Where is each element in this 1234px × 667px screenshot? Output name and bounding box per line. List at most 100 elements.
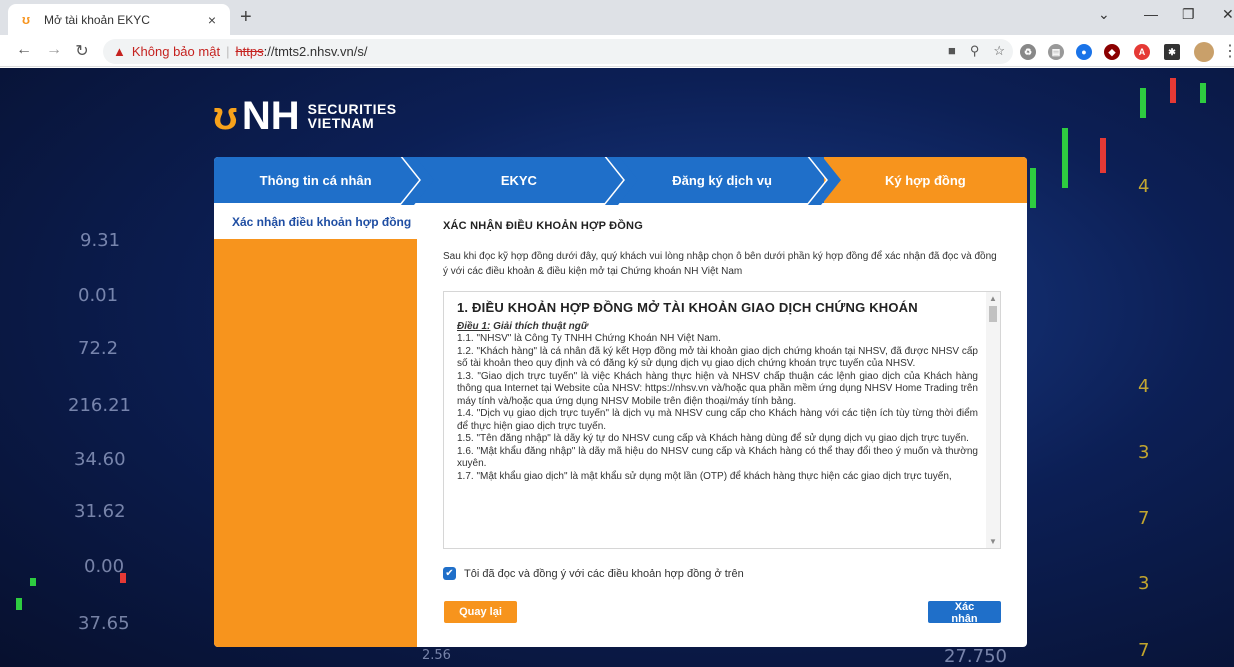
bg-number: 72.2 — [78, 338, 119, 359]
reload-icon[interactable]: ↻ — [72, 41, 92, 61]
bg-candle — [16, 598, 22, 610]
clause-item: 1.3. "Giao dịch trực tuyến" là việc Khác… — [457, 370, 978, 407]
menu-dots-icon[interactable]: ⋮ — [1220, 41, 1234, 61]
terms-scroll-box[interactable]: 1. ĐIỀU KHOẢN HỢP ĐỒNG MỞ TÀI KHOẢN GIAO… — [443, 291, 1001, 549]
scroll-up-icon[interactable]: ▲ — [989, 294, 997, 303]
step-chevron-icon — [400, 157, 435, 205]
new-tab-button[interactable]: + — [240, 6, 252, 29]
bg-candle — [120, 573, 126, 583]
intro-text: Sau khi đọc kỹ hợp đồng dưới đây, quý kh… — [443, 251, 997, 277]
step-label: EKYC — [500, 172, 537, 188]
bg-number: 31.62 — [74, 501, 126, 522]
clause-item: 1.4. "Dịch vụ giao dịch trực tuyến" là d… — [457, 408, 978, 432]
bg-number: 4 — [1138, 176, 1150, 197]
extension-shield-icon[interactable]: ◆ — [1104, 44, 1120, 60]
logo-nh-text: NH — [241, 94, 300, 138]
step-personal-info: Thông tin cá nhân — [214, 157, 435, 205]
nh-logo-mark-icon: ʊ — [213, 94, 238, 138]
article-label: Điều 1: — [457, 320, 491, 332]
bg-candle — [30, 578, 36, 586]
scroll-down-icon[interactable]: ▼ — [989, 537, 997, 546]
bg-number: 2.56 — [422, 648, 451, 663]
bg-number: 7 — [1138, 508, 1150, 529]
clause-item: 1.6. "Mật khẩu đăng nhập" là dãy mã hiệu… — [457, 445, 978, 470]
sidebar-item-confirm-terms[interactable]: Xác nhận điều khoản hợp đồng — [214, 203, 417, 239]
clause-item: 1.2. "Khách hàng" là cá nhân đã ký kết H… — [457, 345, 978, 370]
extension-recycle-icon[interactable]: ♻ — [1020, 44, 1036, 60]
tab-title: Mở tài khoản EKYC — [44, 12, 150, 27]
site-favicon-icon: ʊ — [21, 11, 31, 27]
close-window-button[interactable]: ✕ — [1222, 6, 1234, 23]
camera-icon[interactable]: ■ — [948, 43, 956, 59]
restore-button[interactable]: ❐ — [1182, 6, 1195, 23]
bg-number: 3 — [1138, 573, 1150, 594]
profile-avatar[interactable] — [1194, 42, 1214, 62]
back-button[interactable]: Quay lại — [444, 601, 517, 623]
minimize-button[interactable]: — — [1144, 6, 1158, 22]
back-arrow-icon[interactable]: ← — [14, 41, 34, 59]
bg-number: 3 — [1138, 442, 1150, 463]
warning-icon: ▲ — [113, 44, 126, 59]
step-label: Đăng ký dịch vụ — [672, 172, 772, 188]
url-scheme: https — [235, 44, 264, 59]
bg-number: 37.65 — [78, 613, 130, 634]
nh-securities-logo: ʊ NH SECURITIES VIETNAM — [213, 96, 397, 136]
step-label: Ký hợp đồng — [885, 172, 966, 188]
bg-number: 9.31 — [80, 230, 121, 251]
agree-label: Tôi đã đọc và đồng ý với các điều khoản … — [464, 567, 744, 580]
step-chevron-icon — [603, 157, 638, 205]
url-text: ://tmts2.nhsv.vn/s/ — [263, 44, 368, 59]
main-content: XÁC NHẬN ĐIỀU KHOẢN HỢP ĐỒNG Sau khi đọc… — [443, 203, 1003, 580]
terms-heading: 1. ĐIỀU KHOẢN HỢP ĐỒNG MỞ TÀI KHOẢN GIAO… — [457, 300, 918, 315]
browser-tab[interactable]: ʊ Mở tài khoản EKYC × — [8, 4, 230, 35]
logo-line1: SECURITIES — [307, 101, 397, 117]
bg-candle — [1100, 138, 1106, 173]
section-title: XÁC NHẬN ĐIỀU KHOẢN HỢP ĐỒNG — [443, 220, 643, 232]
bg-candle — [1200, 83, 1206, 103]
agree-checkbox[interactable]: ✔ — [443, 567, 456, 580]
tab-close-icon[interactable]: × — [204, 12, 220, 28]
scroll-thumb[interactable] — [989, 306, 997, 322]
sidebar: Xác nhận điều khoản hợp đồng — [214, 203, 417, 647]
bg-candle — [1170, 78, 1176, 103]
bg-candle — [1062, 128, 1068, 188]
agree-row[interactable]: ✔ Tôi đã đọc và đồng ý với các điều khoả… — [443, 567, 1003, 580]
extensions-puzzle-icon[interactable]: ✱ — [1164, 44, 1180, 60]
step-sign-contract: Ký hợp đồng — [823, 157, 1027, 203]
registration-card: Thông tin cá nhân EKYC Đăng ký dịch vụ K… — [214, 157, 1027, 647]
step-ekyc: EKYC — [417, 157, 638, 205]
zoom-icon[interactable]: ⚲ — [970, 43, 980, 59]
browser-toolbar: ← → ↻ ▲ Không bảo mật | https ://tmts2.n… — [0, 35, 1234, 67]
forward-arrow-icon[interactable]: → — [44, 41, 64, 59]
browser-tabbar: ʊ Mở tài khoản EKYC × + ⌄ — ❐ ✕ — [0, 0, 1234, 35]
progress-steps: Thông tin cá nhân EKYC Đăng ký dịch vụ K… — [214, 157, 1027, 205]
tab-search-icon[interactable]: ⌄ — [1098, 6, 1110, 23]
bg-number: 34.60 — [74, 449, 126, 470]
article-heading: Điều 1: Giải thích thuật ngữ — [457, 321, 978, 334]
step-service-registration: Đăng ký dịch vụ — [620, 157, 841, 205]
bg-number: 4 — [1138, 376, 1150, 397]
bg-candle — [1030, 168, 1036, 208]
clause-item: 1.5. "Tên đăng nhập" là dãy ký tự do NHS… — [457, 433, 969, 444]
clause-item: 1.1. "NHSV" là Công Ty TNHH Chứng Khoán … — [457, 333, 721, 344]
bg-candle — [1140, 88, 1146, 118]
confirm-button[interactable]: Xác nhận — [928, 601, 1001, 625]
bg-number: 7 — [1138, 640, 1150, 661]
bg-number: 0.01 — [78, 285, 119, 306]
security-label[interactable]: Không bảo mật — [132, 44, 220, 59]
article-title: Giải thích thuật ngữ — [490, 320, 589, 332]
page-background: 9.31 0.01 72.2 216.21 34.60 31.62 0.00 3… — [0, 68, 1234, 667]
address-bar[interactable]: ▲ Không bảo mật | https ://tmts2.nhsv.vn… — [103, 39, 1013, 64]
extension-chat-icon[interactable]: ● — [1076, 44, 1092, 60]
extension-abp-icon[interactable]: A — [1134, 44, 1150, 60]
terms-scrollbar[interactable]: ▲ ▼ — [986, 292, 1000, 548]
bookmark-star-icon[interactable]: ☆ — [993, 43, 1005, 59]
step-chevron-icon — [806, 157, 841, 205]
extension-reader-icon[interactable]: ▤ — [1048, 44, 1064, 60]
clause-item: 1.7. "Mật khẩu giao dịch" là mật khẩu sử… — [457, 470, 952, 482]
bg-number: 216.21 — [68, 395, 131, 416]
step-label: Thông tin cá nhân — [259, 172, 372, 188]
bg-number: 0.00 — [84, 556, 125, 577]
logo-line2: VIETNAM — [307, 115, 375, 131]
address-separator: | — [226, 44, 230, 59]
